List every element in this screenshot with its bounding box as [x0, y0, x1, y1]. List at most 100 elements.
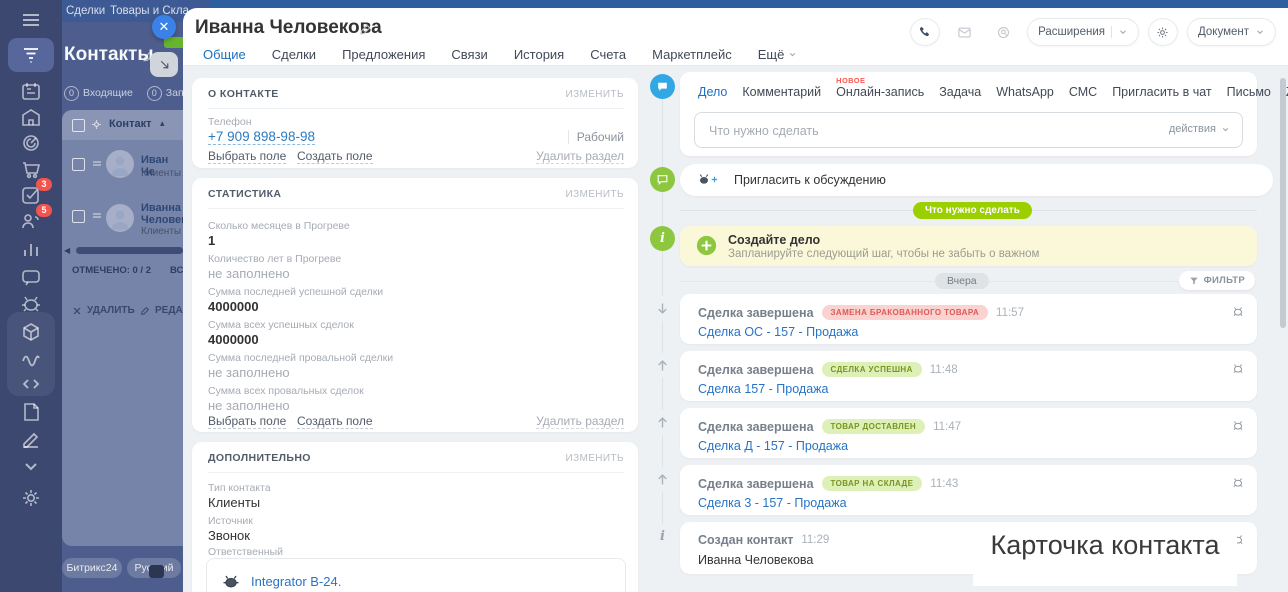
deal-link[interactable]: Сделка 157 - Продажа — [698, 382, 828, 396]
select-field-link[interactable]: Выбрать поле — [208, 414, 286, 429]
delete-section-link[interactable]: Удалить раздел — [536, 414, 624, 429]
email-button[interactable] — [949, 18, 979, 46]
actions-dropdown[interactable]: действия — [1169, 123, 1230, 135]
tab-task[interactable]: Задача — [939, 85, 981, 99]
call-button[interactable] — [910, 18, 940, 46]
sidebar-item-company[interactable] — [19, 106, 43, 130]
timeline-chat-icon — [650, 74, 675, 99]
assistant-icon[interactable] — [988, 18, 1018, 46]
column-header-contact[interactable]: Контакт — [109, 118, 151, 130]
create-field-link[interactable]: Создать поле — [297, 414, 373, 429]
topnav-deals[interactable]: Сделки — [66, 5, 105, 17]
scroll-left-arrow-icon[interactable]: ◀ — [64, 246, 70, 255]
counter-incoming[interactable]: 0Входящие — [64, 86, 133, 101]
tab-whatsapp[interactable]: WhatsApp — [996, 85, 1054, 99]
todo-input[interactable] — [707, 113, 1094, 149]
field-label: Сумма всех успешных сделок — [208, 319, 354, 331]
slider-header-buttons: Расширения Документ — [910, 18, 1276, 46]
bot-author-icon — [1231, 361, 1245, 375]
entry-time: 11:57 — [996, 307, 1024, 319]
invite-discussion-row[interactable]: Пригласить к обсуждению — [680, 164, 1273, 196]
tab-letter[interactable]: Письмо — [1227, 85, 1271, 99]
sidebar-more-chevron-icon[interactable] — [19, 454, 43, 478]
timeline-entry[interactable]: Сделка завершена СДЕЛКА УСПЕШНА 11:48 Сд… — [680, 351, 1257, 401]
new-badge: НОВОЕ — [836, 76, 865, 85]
horizontal-scrollbar[interactable] — [76, 247, 183, 254]
avatar — [106, 204, 134, 232]
stats-section: СТАТИСТИКА ИЗМЕНИТЬ Сколько месяцев в Пр… — [192, 178, 638, 432]
entry-time: 11:43 — [930, 478, 958, 490]
document-button[interactable]: Документ — [1187, 18, 1276, 46]
sidebar-settings-gear-icon[interactable] — [19, 486, 43, 510]
tab-sms[interactable]: СМС — [1069, 85, 1097, 99]
select-field-link[interactable]: Выбрать поле — [208, 149, 286, 164]
field-value: 4000000 — [208, 299, 259, 314]
contact-link[interactable]: Иванна Человек — [141, 202, 181, 226]
create-field-link[interactable]: Создать поле — [297, 149, 373, 164]
tab-activity[interactable]: Дело — [698, 85, 727, 99]
invite-label: Пригласить к обсуждению — [734, 173, 886, 187]
timeline-entry[interactable]: Сделка завершена ЗАМЕНА БРАКОВАННОГО ТОВ… — [680, 294, 1257, 344]
topnav-products[interactable]: Товары и Скла — [110, 5, 189, 17]
sidebar-item-sign[interactable] — [19, 427, 43, 451]
sidebar-item-crm[interactable] — [19, 43, 43, 67]
phone-type[interactable]: Рабочий — [568, 130, 624, 144]
avatar — [106, 150, 134, 178]
timeline-entry[interactable]: Сделка завершена ТОВАР НА СКЛАДЕ 11:43 С… — [680, 465, 1257, 515]
sort-asc-icon[interactable]: ▴ — [160, 118, 165, 129]
chevron-down-icon — [1118, 27, 1128, 37]
vertical-scrollbar[interactable] — [1280, 78, 1286, 328]
drag-handle-icon[interactable] — [91, 210, 103, 222]
tab-online-booking[interactable]: НОВОЕ Онлайн-запись — [836, 85, 924, 99]
entry-title: Сделка завершена — [698, 477, 814, 491]
deal-link[interactable]: Сделка ОС - 157 - Продажа — [698, 325, 858, 339]
sidebar-item-messenger[interactable] — [19, 265, 43, 289]
brand-badge[interactable]: Битрикс24 — [62, 558, 122, 578]
timeline-entry[interactable]: Сделка завершена ТОВАР ДОСТАВЛЕН 11:47 С… — [680, 408, 1257, 458]
title-edit-pencil-icon[interactable] — [359, 23, 372, 36]
edit-section-button[interactable]: ИЗМЕНИТЬ — [565, 453, 624, 464]
tasks-badge: 3 — [36, 178, 52, 191]
edit-section-button[interactable]: ИЗМЕНИТЬ — [565, 189, 624, 200]
table-settings-gear-icon[interactable] — [90, 118, 103, 131]
delete-button[interactable]: УДАЛИТЬ — [72, 305, 135, 316]
settings-gear-icon[interactable] — [1148, 18, 1178, 46]
entry-time: 11:47 — [933, 421, 961, 433]
sidebar-item-developer[interactable] — [19, 372, 43, 396]
close-slider-button[interactable]: ✕ — [152, 15, 176, 39]
field-label: Ответственный — [208, 546, 283, 558]
tab-invite-chat[interactable]: Пригласить в чат — [1112, 85, 1211, 99]
filter-button[interactable]: ФИЛЬТР — [1179, 271, 1255, 290]
extensions-button[interactable]: Расширения — [1027, 18, 1139, 46]
delete-section-link[interactable]: Удалить раздел — [536, 149, 624, 164]
sidebar-item-marketing[interactable] — [19, 131, 43, 155]
sidebar-item-analytics[interactable] — [19, 237, 43, 261]
sidebar-item-planner[interactable] — [19, 80, 43, 104]
drag-handle-icon[interactable] — [91, 158, 103, 170]
tab-comment[interactable]: Комментарий — [742, 85, 821, 99]
responsible-user[interactable]: Integrator B-24. — [206, 558, 626, 592]
deal-link[interactable]: Сделка 3 - 157 - Продажа — [698, 496, 847, 510]
discussion-icon — [650, 167, 675, 192]
timeline-editor: Дело Комментарий НОВОЕ Онлайн-запись Зад… — [680, 72, 1257, 156]
field-label: Сумма всех провальных сделок — [208, 385, 364, 397]
clients-badge: 5 — [36, 204, 52, 217]
field-value: не заполнено — [208, 266, 290, 281]
sidebar-item-sites[interactable] — [19, 346, 43, 370]
deal-link[interactable]: Сделка Д - 157 - Продажа — [698, 439, 848, 453]
row-checkbox[interactable] — [72, 158, 85, 171]
contact-created-name: Иванна Человекова — [698, 553, 813, 567]
responsible-link[interactable]: Integrator B-24. — [251, 574, 341, 589]
row-checkbox[interactable] — [72, 210, 85, 223]
todo-pill[interactable]: Что нужно сделать — [913, 202, 1032, 219]
dock-panel-button[interactable] — [150, 52, 178, 77]
phone-value-link[interactable]: +7 909 898-98-98 — [208, 129, 315, 145]
select-all-checkbox[interactable] — [72, 119, 85, 132]
sidebar-item-documents[interactable] — [19, 400, 43, 424]
edit-button[interactable]: РЕДАК — [140, 305, 189, 316]
sidebar-item-market[interactable] — [19, 320, 43, 344]
bot-author-icon — [1231, 304, 1245, 318]
create-activity-hint[interactable]: Создайте дело Запланируйте следующий шаг… — [680, 226, 1257, 266]
menu-hamburger-icon[interactable] — [19, 8, 43, 32]
edit-section-button[interactable]: ИЗМЕНИТЬ — [565, 89, 624, 100]
